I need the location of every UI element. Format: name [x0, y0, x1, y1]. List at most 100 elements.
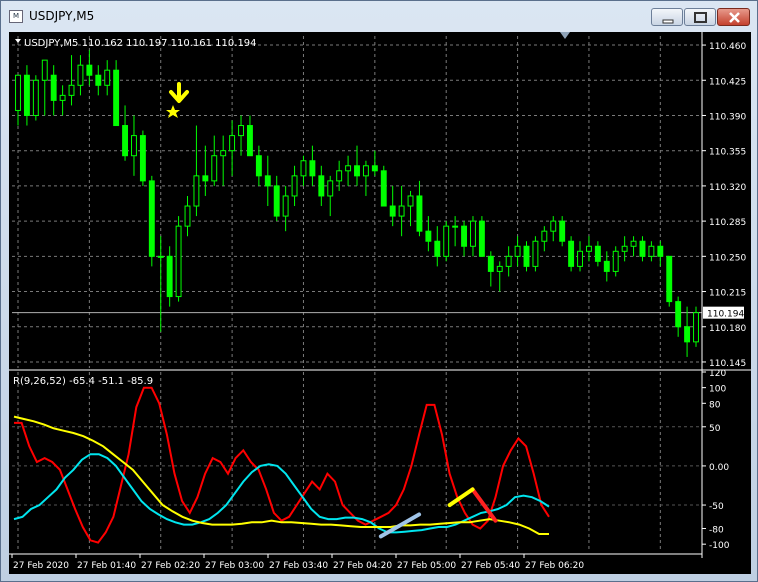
chart-window: M USDJPY,M5 110.460 110.425 110.390 110.355…: [0, 0, 758, 582]
candle-body: [345, 165, 352, 172]
maximize-button[interactable]: [684, 8, 716, 26]
candle-body: [568, 240, 575, 267]
candle-body: [577, 250, 583, 267]
candle-body: [282, 195, 289, 217]
candle-body: [585, 245, 592, 252]
candle-body: [166, 255, 173, 298]
candle-body: [594, 245, 601, 262]
candle-body: [550, 220, 557, 232]
candle-body: [264, 175, 271, 187]
candle-body: [470, 220, 476, 247]
candle-body: [532, 240, 539, 267]
candle-body: [202, 175, 209, 182]
triangle-down-icon[interactable]: [15, 39, 21, 43]
candle-body: [193, 175, 200, 207]
price-tick-label: 110.320: [709, 183, 746, 193]
oscillator-panel: 120 100 80 50 0.00 -50 -80 -100: [12, 369, 730, 551]
price-tick-label: 110.180: [709, 324, 746, 334]
drawn-trend-segment[interactable]: [447, 487, 475, 508]
candle-body: [398, 205, 405, 217]
osc-tick-label: 100: [709, 385, 726, 395]
candle-body: [300, 160, 307, 177]
maximize-icon: [694, 12, 707, 23]
candle-body: [229, 135, 236, 152]
candle-body: [684, 326, 691, 343]
candle-body: [291, 175, 298, 197]
time-label: 27 Feb 05:40: [461, 561, 520, 571]
time-label: 27 Feb 03:00: [205, 561, 264, 571]
price-tick-label: 110.250: [709, 253, 746, 263]
close-icon: [729, 12, 740, 23]
time-label: 27 Feb 06:20: [525, 561, 584, 571]
osc-tick-label: -80: [709, 526, 724, 536]
candle-body: [139, 135, 146, 182]
chart-area[interactable]: 110.460 110.425 110.390 110.355 110.320 110.2…: [9, 32, 751, 574]
candle-body: [478, 220, 485, 257]
candle-body: [559, 220, 566, 242]
osc-tick-label: 80: [709, 400, 721, 410]
price-tick-label: 110.425: [709, 77, 746, 87]
candle-body: [523, 245, 530, 267]
candle-body: [86, 64, 93, 76]
candle-body: [621, 245, 628, 252]
candle-body: [50, 74, 57, 101]
candle-body: [452, 225, 459, 228]
candle-body: [416, 195, 423, 232]
candle-body: [648, 245, 655, 257]
down-arrow-icon: [169, 82, 189, 103]
indicator-label: R(9,26,52) -65.4 -51.1 -85.9: [13, 376, 153, 387]
candle-body: [505, 255, 512, 267]
osc-tick-label: 120: [709, 369, 726, 379]
candle-body: [541, 230, 548, 242]
price-tick-label: 110.460: [709, 42, 746, 52]
candle-body: [675, 301, 682, 328]
minimize-button[interactable]: [651, 8, 683, 26]
candle-body: [131, 135, 137, 157]
candle-body: [246, 125, 253, 157]
candle-body: [318, 175, 325, 197]
price-axis: 110.460 110.425 110.390 110.355 110.320 110.2…: [9, 32, 751, 558]
candle-body: [23, 74, 30, 116]
time-label: 27 Feb 2020: [13, 561, 69, 571]
candle-body: [666, 255, 673, 303]
candle-body: [603, 260, 610, 272]
close-button[interactable]: [717, 8, 750, 26]
candle-body: [77, 64, 84, 86]
candle-body: [354, 165, 360, 177]
candle-body: [327, 180, 334, 197]
candle-body: [41, 59, 48, 81]
candle-body: [362, 165, 369, 177]
chart-svg[interactable]: 110.460 110.425 110.390 110.355 110.320 110.2…: [9, 32, 751, 574]
time-label: 27 Feb 04:20: [333, 561, 392, 571]
candle-body: [309, 160, 316, 177]
candle-body: [104, 69, 111, 86]
candle-body: [487, 255, 494, 272]
candle-body: [630, 240, 637, 247]
candle-body: [496, 265, 503, 272]
candle-body: [255, 155, 262, 177]
time-label: 27 Feb 02:20: [141, 561, 200, 571]
candle-body: [461, 225, 468, 247]
candle-body: [657, 245, 664, 257]
title-bar[interactable]: M USDJPY,M5: [1, 1, 757, 31]
candle-body: [693, 312, 699, 343]
candle-body: [184, 205, 191, 227]
candle-body: [113, 69, 120, 127]
candle-body: [148, 180, 155, 257]
candle-body: [273, 185, 280, 217]
osc-series-line: [13, 415, 549, 535]
time-label: 27 Feb 05:00: [397, 561, 456, 571]
current-price-label: 110.194: [707, 310, 744, 320]
candle-body: [639, 240, 646, 257]
time-axis: 27 Feb 2020 27 Feb 01:40 27 Feb 02:20 27 Fe…: [11, 554, 584, 571]
candle-body: [514, 245, 521, 257]
candle-body: [32, 79, 39, 116]
candle-body: [59, 94, 66, 101]
price-tick-label: 110.145: [709, 359, 746, 369]
shift-marker: [560, 32, 570, 39]
candle-body: [336, 170, 343, 182]
time-label: 27 Feb 03:40: [269, 561, 328, 571]
price-tick-label: 110.390: [709, 112, 746, 122]
candle-body: [122, 125, 129, 157]
window-title: USDJPY,M5: [29, 9, 95, 23]
